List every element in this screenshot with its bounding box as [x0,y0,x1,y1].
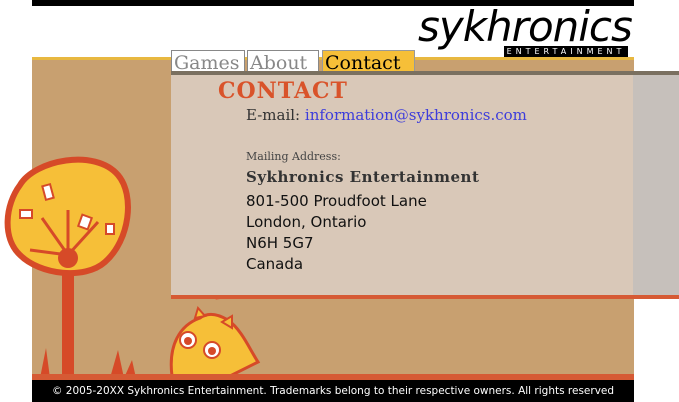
tab-contact[interactable]: Contact [322,50,415,72]
footer-copyright: © 2005-20XX Sykhronics Entertainment. Tr… [32,380,634,402]
logo-subtitle: ENTERTAINMENT [504,46,628,57]
panel-side-strip [633,75,679,299]
tree-illustration [4,156,136,378]
address-line: N6H 5G7 [246,234,314,252]
creature-illustration [169,305,261,378]
site-logo[interactable]: sykhronics ENTERTAINMENT [418,2,633,57]
panel-bottom-border [171,295,679,299]
email-label: E-mail: [246,106,301,124]
mailing-address-label: Mailing Address: [246,150,341,163]
email-row: E-mail: information@sykhronics.com [246,106,527,124]
email-link[interactable]: information@sykhronics.com [305,106,527,124]
tab-about[interactable]: About [247,50,319,72]
tab-games[interactable]: Games [171,50,245,72]
address-line: London, Ontario [246,213,367,231]
address-line: 801-500 Proudfoot Lane [246,192,427,210]
company-name: Sykhronics Entertainment [246,168,480,186]
logo-wordmark: sykhronics [418,2,633,51]
address-line: Canada [246,255,304,273]
page-title: CONTACT [218,78,348,104]
